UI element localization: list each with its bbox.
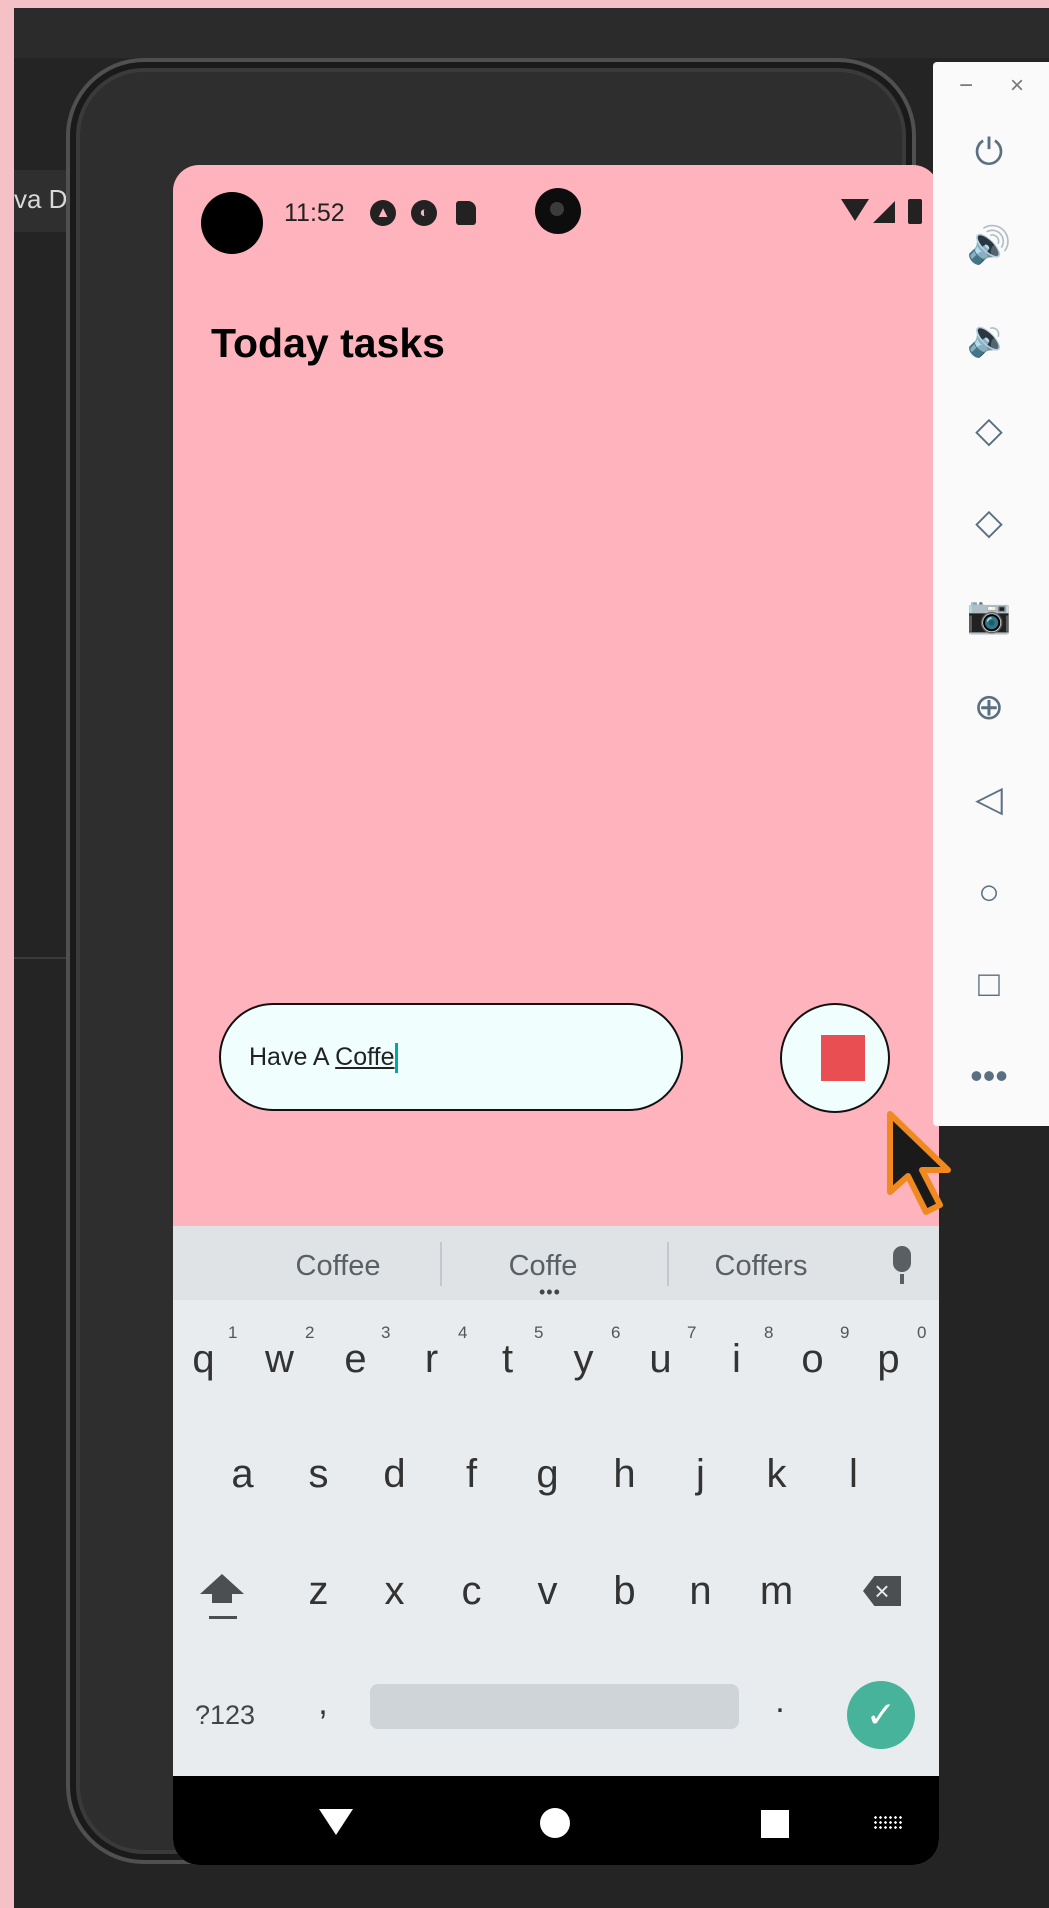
key-a[interactable]: a bbox=[220, 1452, 265, 1497]
key-hint: 2 bbox=[305, 1323, 315, 1342]
period-key[interactable]: . bbox=[765, 1682, 795, 1721]
background-strip-top bbox=[0, 0, 1049, 8]
key-w[interactable]: w bbox=[257, 1337, 302, 1382]
key-u[interactable]: u bbox=[638, 1337, 683, 1382]
key-hint: 1 bbox=[228, 1323, 238, 1342]
key-hint: 0 bbox=[917, 1323, 927, 1342]
mic-icon-stem bbox=[900, 1274, 904, 1284]
suggestion-right[interactable]: Coffers bbox=[691, 1250, 831, 1283]
device-screen: 11:52 ▲ ◐ Today tasks Have A Coffe Coffe… bbox=[173, 165, 939, 1865]
key-m[interactable]: m bbox=[754, 1569, 799, 1614]
space-key[interactable] bbox=[370, 1684, 739, 1729]
suggestion-divider bbox=[440, 1242, 442, 1286]
key-n[interactable]: n bbox=[678, 1569, 723, 1614]
key-g[interactable]: g bbox=[525, 1452, 570, 1497]
key-v[interactable]: v bbox=[525, 1569, 570, 1614]
ide-toolbar-band bbox=[14, 8, 1049, 58]
key-y[interactable]: y bbox=[561, 1337, 606, 1382]
notification-icon: ◐ bbox=[411, 200, 437, 226]
key-hint: 9 bbox=[840, 1323, 850, 1342]
zoom-icon[interactable]: ⊕ bbox=[963, 681, 1015, 733]
key-hint: 3 bbox=[381, 1323, 391, 1342]
key-k[interactable]: k bbox=[754, 1452, 799, 1497]
stop-button[interactable] bbox=[780, 1003, 890, 1113]
back-icon[interactable]: ◁ bbox=[963, 773, 1015, 825]
comma-key[interactable]: , bbox=[308, 1684, 338, 1723]
key-z[interactable]: z bbox=[296, 1569, 341, 1614]
key-hint: 4 bbox=[458, 1323, 468, 1342]
task-input-text[interactable]: Have A Coffe bbox=[249, 1043, 399, 1074]
enter-key[interactable]: ✓ bbox=[847, 1681, 915, 1749]
wifi-icon bbox=[841, 199, 869, 221]
backspace-icon[interactable]: × bbox=[863, 1576, 901, 1606]
navigation-bar bbox=[173, 1776, 939, 1865]
volume-up-icon[interactable]: 🔊 bbox=[963, 219, 1015, 271]
key-q[interactable]: q bbox=[181, 1337, 226, 1382]
suggestion-strip: Coffee Coffe Coffers ••• bbox=[173, 1226, 939, 1301]
key-i[interactable]: i bbox=[714, 1337, 759, 1382]
shift-icon-stem bbox=[212, 1593, 232, 1603]
home-icon[interactable]: ○ bbox=[963, 866, 1015, 918]
key-e[interactable]: e bbox=[333, 1337, 378, 1382]
key-t[interactable]: t bbox=[485, 1337, 530, 1382]
key-hint: 7 bbox=[687, 1323, 697, 1342]
key-r[interactable]: r bbox=[409, 1337, 454, 1382]
camera-cutout bbox=[535, 188, 581, 234]
mic-icon[interactable] bbox=[893, 1246, 911, 1272]
signal-icon bbox=[873, 201, 895, 223]
key-hint: 5 bbox=[534, 1323, 544, 1342]
stop-icon bbox=[821, 1035, 865, 1081]
composing-text: Coffe bbox=[335, 1043, 395, 1071]
mouse-cursor-icon bbox=[887, 1111, 951, 1215]
sd-card-icon bbox=[456, 201, 476, 225]
key-f[interactable]: f bbox=[449, 1452, 494, 1497]
volume-down-icon[interactable]: 🔉 bbox=[963, 312, 1015, 364]
close-button[interactable]: × bbox=[1010, 72, 1024, 100]
screenshot-icon[interactable]: 📷 bbox=[963, 589, 1015, 641]
key-hint: 8 bbox=[764, 1323, 774, 1342]
device-frame: 11:52 ▲ ◐ Today tasks Have A Coffe Coffe… bbox=[66, 58, 939, 1865]
minimize-button[interactable]: − bbox=[959, 72, 973, 100]
key-o[interactable]: o bbox=[790, 1337, 835, 1382]
key-c[interactable]: c bbox=[449, 1569, 494, 1614]
soft-keyboard: Coffee Coffe Coffers ••• q w e r t y u i… bbox=[173, 1226, 939, 1776]
keyboard-switch-icon[interactable] bbox=[873, 1815, 903, 1831]
shift-icon[interactable] bbox=[200, 1574, 244, 1594]
more-icon[interactable]: ••• bbox=[963, 1050, 1015, 1102]
ide-editor-tab-label: va D bbox=[14, 184, 68, 214]
rotate-right-icon[interactable]: ◇ bbox=[963, 496, 1015, 548]
recents-icon[interactable] bbox=[761, 1810, 789, 1838]
task-input[interactable]: Have A Coffe bbox=[219, 1003, 683, 1111]
page-title: Today tasks bbox=[211, 320, 445, 366]
status-time: 11:52 bbox=[284, 199, 345, 227]
battery-icon bbox=[908, 199, 922, 224]
notification-icon: ▲ bbox=[370, 200, 396, 226]
key-s[interactable]: s bbox=[296, 1452, 341, 1497]
suggestion-left[interactable]: Coffee bbox=[268, 1250, 408, 1283]
suggestion-center[interactable]: Coffe bbox=[473, 1250, 613, 1283]
key-d[interactable]: d bbox=[372, 1452, 417, 1497]
key-b[interactable]: b bbox=[602, 1569, 647, 1614]
background-strip-left bbox=[0, 0, 14, 1908]
ide-divider bbox=[14, 957, 74, 959]
key-hint: 6 bbox=[611, 1323, 621, 1342]
home-icon[interactable] bbox=[540, 1808, 570, 1838]
shift-underline bbox=[209, 1616, 237, 1619]
key-j[interactable]: j bbox=[678, 1452, 723, 1497]
key-p[interactable]: p bbox=[866, 1337, 911, 1382]
suggestion-divider bbox=[667, 1242, 669, 1286]
key-l[interactable]: l bbox=[831, 1452, 876, 1497]
back-icon[interactable] bbox=[319, 1809, 353, 1835]
status-bar: 11:52 ▲ ◐ bbox=[173, 165, 939, 255]
more-suggestions-icon[interactable]: ••• bbox=[539, 1283, 561, 1301]
key-x[interactable]: x bbox=[372, 1569, 417, 1614]
rotate-left-icon[interactable]: ◇ bbox=[963, 404, 1015, 456]
avatar-circle bbox=[201, 192, 263, 254]
key-h[interactable]: h bbox=[602, 1452, 647, 1497]
overview-icon[interactable]: □ bbox=[963, 958, 1015, 1010]
text-cursor bbox=[395, 1043, 399, 1074]
symbols-key[interactable]: ?123 bbox=[195, 1700, 255, 1731]
power-icon[interactable]: ⏻ bbox=[963, 126, 1015, 178]
emulator-toolbar: − × ⏻ 🔊 🔉 ◇ ◇ 📷 ⊕ ◁ ○ □ ••• bbox=[933, 62, 1049, 1126]
